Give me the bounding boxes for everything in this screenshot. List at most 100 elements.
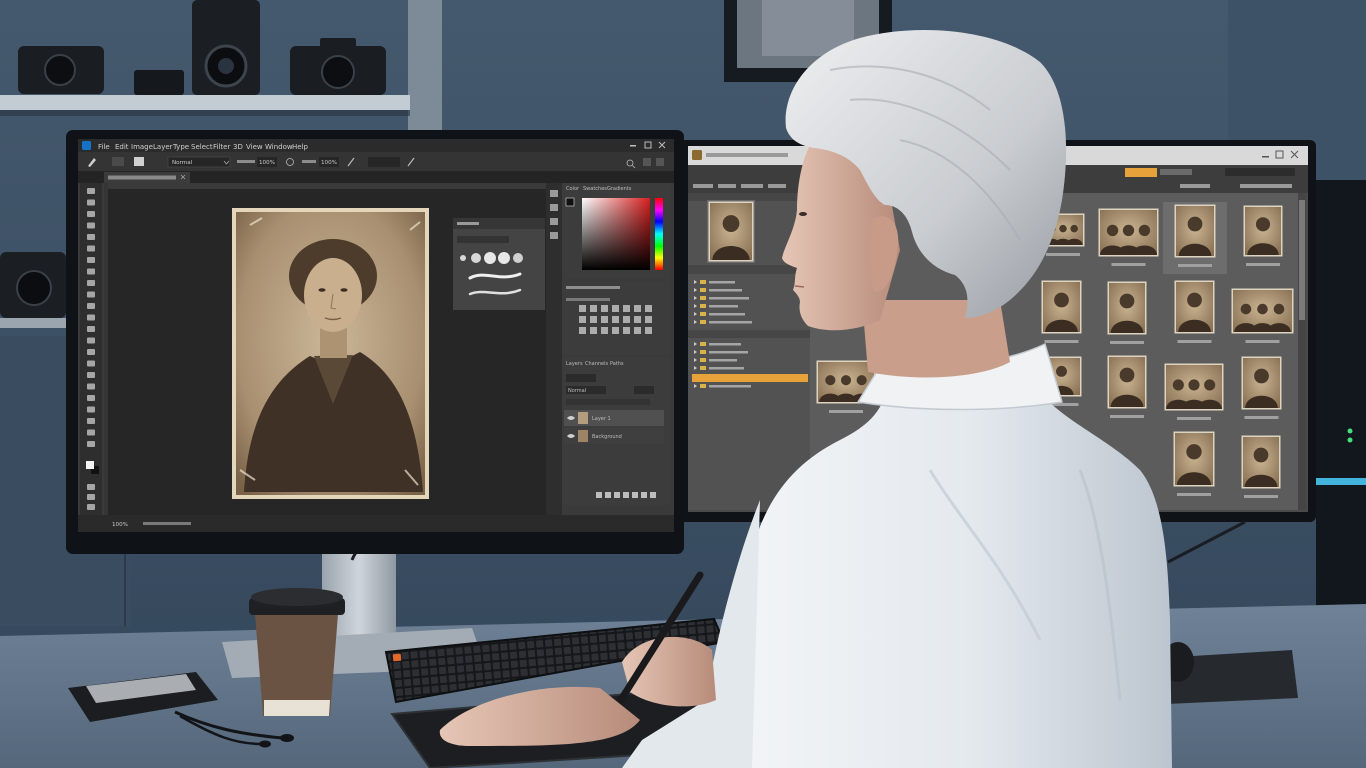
menu-file[interactable]: File — [98, 143, 110, 151]
tool-icon[interactable] — [87, 418, 95, 424]
photoshop-app-icon[interactable] — [82, 141, 91, 150]
share-icon[interactable] — [656, 158, 664, 166]
adjustment-icon[interactable] — [601, 327, 608, 334]
tool-icon[interactable] — [87, 349, 95, 355]
minimize-icon[interactable] — [1262, 156, 1269, 158]
layer-action-icon[interactable] — [623, 492, 629, 498]
tool-icon[interactable] — [87, 395, 95, 401]
brush-preset[interactable] — [513, 253, 523, 263]
adjustment-icon[interactable] — [645, 305, 652, 312]
bridge-toolbar-button[interactable] — [718, 184, 736, 188]
menu-select[interactable]: Select — [191, 143, 213, 151]
tool-icon[interactable] — [87, 337, 95, 344]
brush-panel-toggle[interactable] — [134, 157, 144, 166]
tool-icon[interactable] — [87, 429, 95, 436]
tool-icon[interactable] — [87, 484, 95, 490]
menu-filter[interactable]: Filter — [213, 143, 230, 151]
adjustment-icon[interactable] — [579, 316, 586, 323]
menu-help[interactable]: Help — [292, 143, 309, 151]
bridge-toolbar-button[interactable] — [1180, 184, 1210, 188]
brush-preset[interactable] — [484, 252, 496, 264]
tab-color[interactable]: Color — [566, 186, 580, 192]
tool-icon[interactable] — [87, 314, 95, 321]
tool-icon[interactable] — [87, 360, 95, 367]
menu-layer[interactable]: Layer — [153, 143, 173, 151]
tool-icon[interactable] — [87, 383, 95, 390]
brush-preset-picker[interactable] — [112, 157, 124, 166]
workspace-essentials-tab[interactable] — [1125, 168, 1157, 177]
workspace-tab[interactable] — [1160, 169, 1192, 175]
foreground-color-chip[interactable] — [565, 197, 575, 207]
tool-icon[interactable] — [87, 291, 95, 298]
hue-slider[interactable] — [655, 198, 663, 270]
bridge-toolbar-button[interactable] — [693, 184, 713, 188]
adjustment-icon[interactable] — [612, 316, 619, 323]
bridge-app-icon[interactable] — [692, 150, 702, 160]
adjustment-icon[interactable] — [634, 316, 641, 323]
tool-icon[interactable] — [87, 268, 95, 275]
smoothing-field[interactable] — [368, 157, 400, 167]
adjustment-icon[interactable] — [590, 316, 597, 323]
foreground-color-swatch[interactable] — [86, 461, 94, 469]
tool-icon[interactable] — [87, 372, 95, 378]
bridge-search-field[interactable] — [1225, 168, 1295, 176]
tool-icon[interactable] — [87, 504, 95, 510]
tool-icon[interactable] — [87, 234, 95, 240]
adjustment-icon[interactable] — [590, 327, 597, 334]
layer-action-icon[interactable] — [596, 492, 602, 498]
adjustment-icon[interactable] — [634, 305, 641, 312]
layer-action-icon[interactable] — [632, 492, 638, 498]
bridge-toolbar-button[interactable] — [768, 184, 786, 188]
layer-action-icon[interactable] — [614, 492, 620, 498]
adjustment-icon[interactable] — [634, 327, 641, 334]
tab-channels[interactable]: Channels — [585, 361, 609, 367]
adjustment-icon[interactable] — [601, 305, 608, 312]
brush-preset[interactable] — [471, 253, 481, 263]
adjustment-icon[interactable] — [612, 327, 619, 334]
bridge-toolbar-button[interactable] — [741, 184, 763, 188]
adjustment-icon[interactable] — [579, 327, 586, 334]
tool-icon[interactable] — [87, 257, 95, 263]
content-scrollbar-thumb[interactable] — [1299, 200, 1305, 320]
layer-opacity-field[interactable] — [634, 386, 654, 394]
adjustment-icon[interactable] — [623, 316, 630, 323]
tool-icon[interactable] — [87, 280, 95, 286]
properties-panel-icon[interactable] — [550, 204, 558, 211]
zoom-level[interactable]: 100% — [112, 522, 128, 528]
photo-thumbnail[interactable] — [1173, 431, 1215, 497]
menu-window[interactable]: Window — [265, 143, 293, 151]
tool-icon[interactable] — [87, 222, 95, 229]
tool-icon[interactable] — [87, 494, 95, 500]
adjustment-icon[interactable] — [623, 305, 630, 312]
selected-folder-row[interactable] — [692, 374, 808, 382]
workspace-switcher[interactable] — [643, 158, 651, 166]
brush-preset[interactable] — [460, 255, 466, 261]
menu-type[interactable]: Type — [172, 143, 189, 151]
brush-settings-icon[interactable] — [550, 218, 558, 225]
adjustment-icon[interactable] — [623, 327, 630, 334]
menu-3d[interactable]: 3D — [233, 143, 243, 151]
bridge-toolbar-button[interactable] — [1240, 184, 1292, 188]
tool-icon[interactable] — [87, 441, 95, 447]
adjustment-icon[interactable] — [579, 305, 586, 312]
brush-preset[interactable] — [498, 252, 510, 264]
adjustment-icon[interactable] — [645, 316, 652, 323]
tab-gradients[interactable]: Gradients — [607, 186, 632, 192]
layer-action-icon[interactable] — [641, 492, 647, 498]
tool-icon[interactable] — [87, 245, 95, 252]
brush-size-field[interactable] — [457, 236, 509, 243]
minimize-icon[interactable] — [630, 145, 636, 147]
adjustment-icon[interactable] — [612, 305, 619, 312]
menu-view[interactable]: View — [246, 143, 263, 151]
adjustment-icon[interactable] — [601, 316, 608, 323]
layer-action-icon[interactable] — [605, 492, 611, 498]
layer-action-icon[interactable] — [650, 492, 656, 498]
tool-icon[interactable] — [87, 199, 95, 206]
layer-filter-field[interactable] — [566, 374, 596, 382]
adjustment-icon[interactable] — [590, 305, 597, 312]
character-panel-icon[interactable] — [550, 232, 558, 239]
tool-icon[interactable] — [87, 326, 95, 332]
tool-icon[interactable] — [87, 303, 95, 309]
tool-icon[interactable] — [87, 188, 95, 194]
history-panel-icon[interactable] — [550, 190, 558, 197]
